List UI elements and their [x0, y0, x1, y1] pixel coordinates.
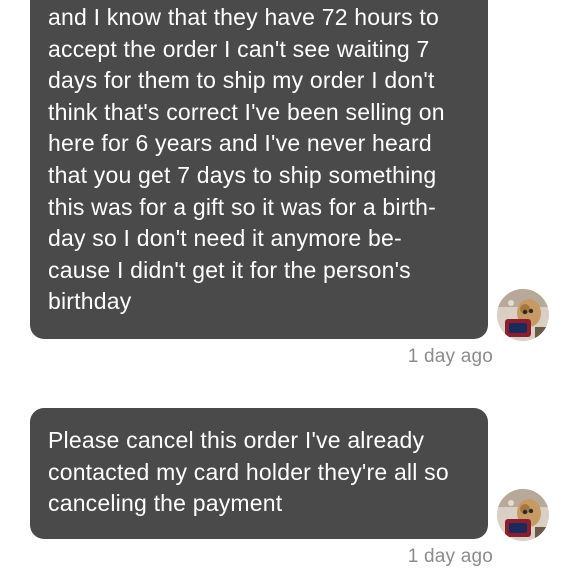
message-timestamp: 1 day ago — [407, 346, 493, 367]
avatar-photo-icon — [497, 289, 549, 341]
sender-avatar[interactable] — [497, 489, 549, 541]
message-bubble[interactable]: Please cancel this order I've already co… — [30, 408, 488, 539]
avatar-photo-icon — [497, 489, 549, 541]
sender-avatar[interactable] — [497, 289, 549, 341]
message-text: and I know that they have 72 hours to ac… — [48, 4, 445, 315]
message-text: Please cancel this order I've already co… — [48, 427, 449, 517]
message-timestamp: 1 day ago — [407, 546, 493, 567]
message-thread: and I know that they have 72 hours to ac… — [0, 0, 579, 580]
message-bubble[interactable]: and I know that they have 72 hours to ac… — [30, 0, 488, 339]
